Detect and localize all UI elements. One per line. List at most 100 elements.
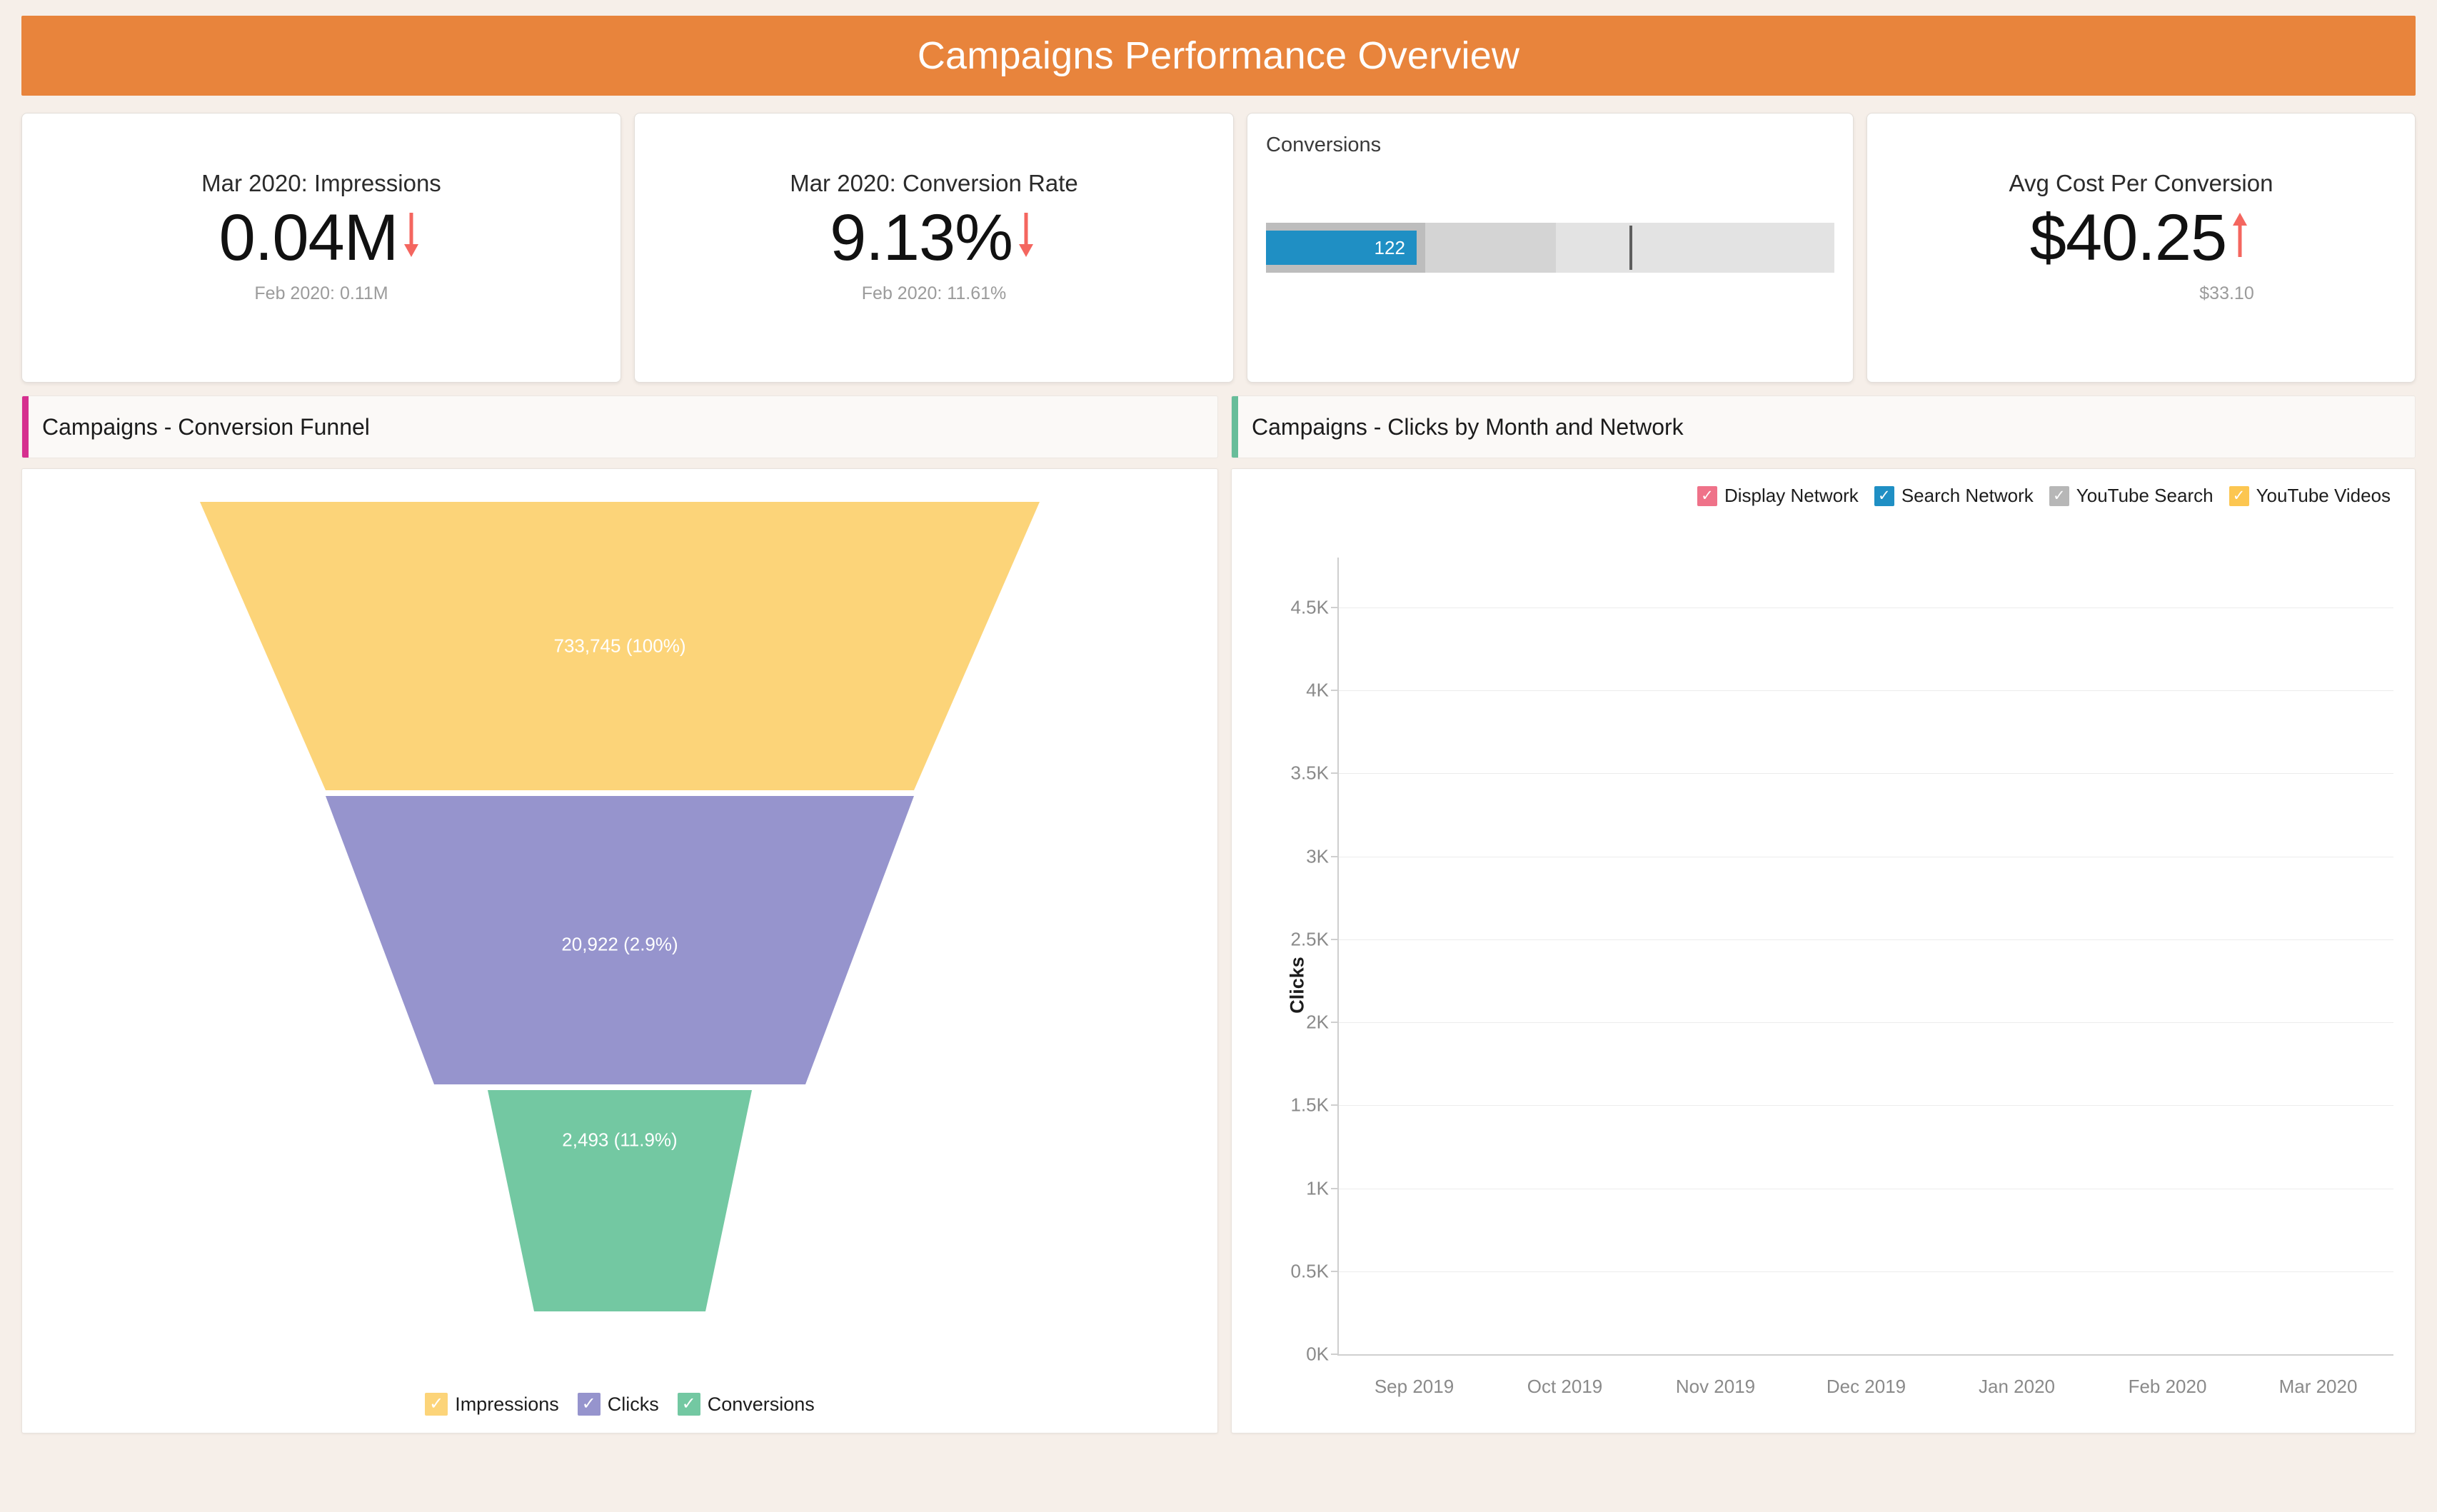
bar-column[interactable]: Dec 2019: [1791, 558, 1941, 1397]
check-icon[interactable]: ✓: [577, 1393, 601, 1416]
y-tick-mark: [1331, 855, 1339, 857]
y-tick-label: 4.5K: [1290, 596, 1330, 618]
bar-chart-legend: ✓ Display Network ✓ Search Network ✓ YouTube …: [1697, 485, 2391, 507]
y-tick-mark: [1331, 938, 1339, 940]
bullet-chart-title: Conversions: [1266, 133, 1382, 156]
kpi-value-conversion-rate: 9.13%: [830, 201, 1013, 274]
kpi-row: Mar 2020: Impressions 0.04M Feb 2020: 0.…: [21, 113, 2416, 383]
kpi-card-conversions-bullet[interactable]: Conversions 122: [1247, 113, 1854, 383]
funnel-chart[interactable]: 733,745 (100%) 20,922 (2.9%) 2,493 (11.9%): [22, 469, 1217, 1361]
bar-legend-item[interactable]: ✓ Display Network: [1697, 485, 1859, 507]
arrow-up-icon: [2228, 207, 2252, 260]
funnel-label-conversions: 2,493 (11.9%): [562, 1129, 678, 1151]
dashboard-title-bar: Campaigns Performance Overview: [21, 16, 2416, 96]
bar-chart-plot-area: Sep 2019 Oct 2019 Nov 2019 Dec 2019 Jan 2020…: [1291, 558, 2393, 1397]
y-tick-mark: [1331, 1022, 1339, 1023]
gridline: [1339, 1271, 2393, 1272]
section-title-conversion-funnel: Campaigns - Conversion Funnel: [42, 413, 370, 440]
y-tick-label: 2K: [1306, 1011, 1329, 1033]
y-tick-mark: [1331, 1354, 1339, 1355]
gridline: [1339, 690, 2393, 691]
y-tick-label: 3.5K: [1290, 762, 1330, 784]
bar-column[interactable]: Feb 2020: [2092, 558, 2243, 1397]
bar-legend-item[interactable]: ✓ YouTube Videos: [2229, 485, 2391, 507]
bullet-measure-bar: 122: [1266, 231, 1417, 265]
x-tick-label: Oct 2019: [1527, 1376, 1603, 1397]
y-tick-mark: [1331, 1104, 1339, 1107]
funnel-label-impressions: 733,745 (100%): [553, 635, 686, 657]
section-title-clicks-by-month: Campaigns - Clicks by Month and Network: [1252, 413, 1684, 440]
panel-conversion-funnel: 733,745 (100%) 20,922 (2.9%) 2,493 (11.9%)…: [21, 468, 1218, 1433]
bullet-chart: 122: [1247, 223, 1853, 273]
y-tick-label: 0.5K: [1290, 1260, 1330, 1282]
bar-legend-item[interactable]: ✓ YouTube Search: [2049, 485, 2214, 507]
bar-column[interactable]: Mar 2020: [2243, 558, 2393, 1397]
kpi-value-impressions: 0.04M: [218, 201, 399, 274]
check-icon[interactable]: ✓: [425, 1393, 448, 1416]
funnel-legend-label: Clicks: [607, 1393, 659, 1415]
bullet-band-2: [1424, 223, 1556, 273]
check-icon[interactable]: ✓: [2049, 485, 2069, 506]
bar-chart[interactable]: Clicks Sep 2019 Oct 2019 Nov 2019 Dec 2019 J…: [1232, 538, 2415, 1433]
x-tick-label: Jan 2020: [1979, 1376, 2055, 1397]
arrow-down-icon: [399, 207, 423, 260]
bar-legend-item[interactable]: ✓ Search Network: [1874, 485, 2034, 507]
funnel-legend: ✓ Impressions ✓ Clicks ✓ Conversions: [22, 1393, 1217, 1416]
kpi-card-avg-cost-per-conversion[interactable]: Avg Cost Per Conversion $40.25 $33.10: [1866, 113, 2416, 383]
y-tick-label: 3K: [1306, 845, 1329, 867]
y-tick-mark: [1331, 1187, 1339, 1189]
bar-column[interactable]: Nov 2019: [1640, 558, 1791, 1397]
funnel-legend-item[interactable]: ✓ Clicks: [577, 1393, 659, 1416]
page-title: Campaigns Performance Overview: [917, 34, 1520, 77]
x-tick-label: Feb 2020: [2128, 1376, 2207, 1397]
kpi-sub-conversion-rate: Feb 2020: 11.61%: [861, 283, 1007, 304]
bar-column[interactable]: Jan 2020: [1941, 558, 2092, 1397]
bar-legend-label: YouTube Search: [2076, 485, 2214, 506]
bar-column[interactable]: Sep 2019: [1339, 558, 1489, 1397]
y-axis-label: Clicks: [1286, 957, 1308, 1014]
check-icon[interactable]: ✓: [1697, 485, 1717, 506]
bullet-bands: 122: [1266, 223, 1834, 273]
bullet-target-marker: [1629, 226, 1633, 270]
y-tick-mark: [1331, 606, 1339, 608]
funnel-label-clicks: 20,922 (2.9%): [561, 933, 678, 955]
section-header-conversion-funnel[interactable]: Campaigns - Conversion Funnel: [21, 395, 1218, 458]
bar-legend-label: Display Network: [1724, 485, 1859, 506]
y-tick-mark: [1331, 772, 1339, 775]
bullet-value-label: 122: [1374, 236, 1405, 258]
arrow-down-icon: [1014, 207, 1038, 260]
funnel-stage-conversions[interactable]: [488, 1090, 752, 1311]
section-header-clicks-by-month[interactable]: Campaigns - Clicks by Month and Network: [1231, 395, 2416, 458]
bullet-band-3: [1555, 223, 1834, 273]
section-accent-bar: [1232, 396, 1238, 458]
x-tick-label: Mar 2020: [2278, 1376, 2358, 1397]
bar-column[interactable]: Oct 2019: [1489, 558, 1640, 1397]
kpi-card-conversion-rate[interactable]: Mar 2020: Conversion Rate 9.13% Feb 2020…: [634, 113, 1234, 383]
kpi-card-impressions[interactable]: Mar 2020: Impressions 0.04M Feb 2020: 0.…: [21, 113, 621, 383]
kpi-sub-avg-cost: $33.10: [2199, 283, 2254, 304]
gridline: [1339, 1105, 2393, 1107]
y-tick-label: 1.5K: [1290, 1094, 1330, 1116]
funnel-legend-label: Impressions: [455, 1393, 559, 1415]
check-icon[interactable]: ✓: [677, 1393, 700, 1416]
kpi-label-impressions: Mar 2020: Impressions: [201, 169, 441, 196]
panel-row: 733,745 (100%) 20,922 (2.9%) 2,493 (11.9%)…: [21, 468, 2416, 1433]
funnel-legend-item[interactable]: ✓ Impressions: [425, 1393, 559, 1416]
kpi-sub-impressions: Feb 2020: 0.11M: [254, 283, 388, 304]
funnel-legend-item[interactable]: ✓ Conversions: [677, 1393, 815, 1416]
y-tick-mark: [1331, 690, 1339, 691]
y-tick-label: 2.5K: [1290, 928, 1330, 950]
funnel-legend-label: Conversions: [707, 1393, 815, 1415]
y-tick-label: 0K: [1306, 1343, 1329, 1365]
dashboard-root: Campaigns Performance Overview Mar 2020:…: [0, 16, 2437, 1512]
x-tick-label: Dec 2019: [1826, 1376, 1906, 1397]
y-tick-mark: [1331, 1270, 1339, 1272]
kpi-label-avg-cost: Avg Cost Per Conversion: [2009, 169, 2273, 196]
check-icon[interactable]: ✓: [1874, 485, 1894, 506]
y-tick-label: 4K: [1306, 679, 1329, 701]
check-icon[interactable]: ✓: [2229, 485, 2249, 506]
panel-clicks-by-month: ✓ Display Network ✓ Search Network ✓ YouTube …: [1231, 468, 2416, 1433]
x-tick-label: Nov 2019: [1675, 1376, 1756, 1397]
bar-legend-label: YouTube Videos: [2256, 485, 2391, 506]
gridline: [1339, 773, 2393, 775]
